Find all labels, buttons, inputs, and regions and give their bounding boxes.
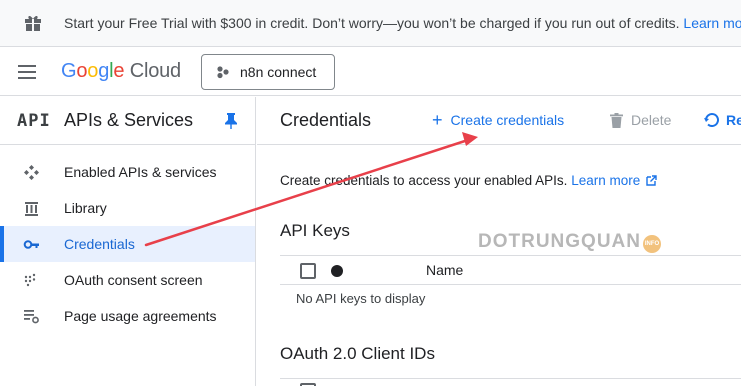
google-cloud-logo[interactable]: Google Cloud <box>61 60 181 83</box>
sidebar-item-label: Enabled APIs & services <box>64 164 217 180</box>
api-keys-heading: API Keys <box>280 221 350 240</box>
top-header: Google Cloud n8n connect <box>0 48 741 96</box>
project-selector-button[interactable]: n8n connect <box>201 54 335 90</box>
page-toolbar: Credentials + Create credentials Delete … <box>257 97 741 145</box>
free-trial-banner: Start your Free Trial with $300 in credi… <box>0 0 741 47</box>
banner-learn-more-link[interactable]: Learn mor <box>683 15 741 31</box>
sidebar: API APIs & Services Enabled APIs & servi… <box>0 97 256 386</box>
key-icon <box>23 240 39 249</box>
pin-icon[interactable] <box>224 112 238 130</box>
sidebar-nav: Enabled APIs & services Library Credenti… <box>0 154 255 334</box>
gift-icon <box>25 15 41 31</box>
status-dot-icon <box>331 265 343 277</box>
sidebar-item-label: OAuth consent screen <box>64 272 203 288</box>
column-header-name[interactable]: Name <box>426 262 463 278</box>
settings-list-icon <box>24 310 39 324</box>
watermark-text: DOTRUNGQUAN <box>478 231 641 252</box>
restore-button[interactable]: Re <box>704 112 741 128</box>
restore-icon <box>704 113 719 127</box>
logo-letter: e <box>113 60 125 82</box>
sidebar-item-label: Page usage agreements <box>64 308 217 324</box>
logo-letter: o <box>76 60 88 82</box>
api-icon: API <box>17 111 51 131</box>
sidebar-item-label: Credentials <box>64 236 135 252</box>
logo-letter: g <box>98 60 110 82</box>
menu-icon[interactable] <box>18 65 38 79</box>
restore-label: Re <box>726 112 741 128</box>
delete-label: Delete <box>631 112 672 128</box>
sidebar-item-label: Library <box>64 200 107 216</box>
learn-more-link[interactable]: Learn more <box>571 173 640 188</box>
main-content: Credentials + Create credentials Delete … <box>257 97 741 386</box>
project-icon <box>217 66 229 79</box>
page-description: Create credentials to access your enable… <box>280 173 657 188</box>
banner-message: Start your Free Trial with $300 in credi… <box>64 15 680 31</box>
api-keys-empty-message: No API keys to display <box>296 291 426 306</box>
description-text: Create credentials to access your enable… <box>280 173 568 188</box>
sidebar-item-library[interactable]: Library <box>0 190 255 226</box>
external-link-icon <box>646 175 657 186</box>
sidebar-title: APIs & Services <box>64 110 194 130</box>
delete-button[interactable]: Delete <box>610 112 671 128</box>
sidebar-header: API APIs & Services <box>0 97 255 145</box>
trash-icon <box>610 112 623 128</box>
watermark-badge: INFO <box>643 235 661 253</box>
oauth-table-header <box>280 378 741 386</box>
oauth-client-ids-heading: OAuth 2.0 Client IDs <box>280 344 435 363</box>
logo-letter: G <box>61 60 77 82</box>
plus-icon: + <box>432 110 443 130</box>
create-credentials-label: Create credentials <box>450 112 565 128</box>
sidebar-item-oauth-consent[interactable]: OAuth consent screen <box>0 262 255 298</box>
select-all-checkbox[interactable] <box>300 263 316 279</box>
sidebar-item-enabled-apis[interactable]: Enabled APIs & services <box>0 154 255 190</box>
logo-letter: o <box>87 60 99 82</box>
hub-icon <box>24 165 39 180</box>
oauth-icon <box>24 273 36 287</box>
logo-cloud-text: Cloud <box>129 60 181 82</box>
sidebar-item-page-usage[interactable]: Page usage agreements <box>0 298 255 334</box>
library-icon <box>25 202 38 216</box>
api-keys-table-header: Name <box>280 255 741 285</box>
page-title: Credentials <box>280 110 372 130</box>
banner-text: Start your Free Trial with $300 in credi… <box>64 15 741 31</box>
project-name: n8n connect <box>240 64 317 80</box>
sidebar-item-credentials[interactable]: Credentials <box>0 226 255 262</box>
watermark: DOTRUNGQUAN INFO <box>478 231 661 253</box>
create-credentials-button[interactable]: + Create credentials <box>432 110 565 130</box>
